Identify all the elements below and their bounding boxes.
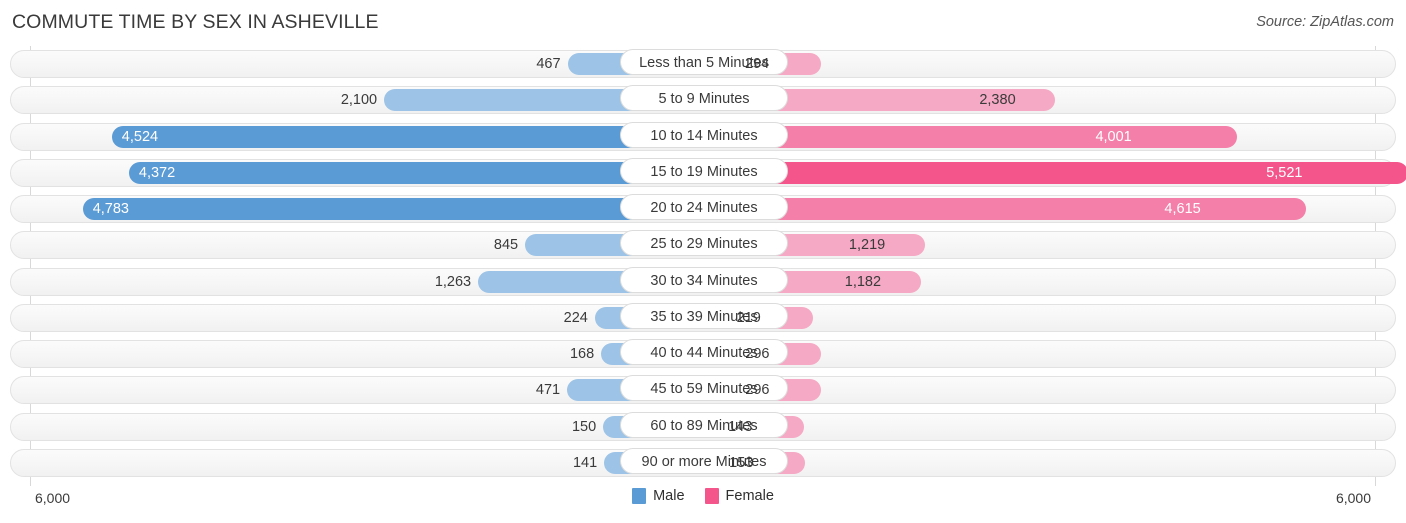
legend: Male Female	[0, 488, 1406, 504]
legend-label-male: Male	[653, 488, 685, 504]
chart-footer: 6,000 6,000 Male Female	[0, 486, 1406, 523]
chart-header: COMMUTE TIME BY SEX IN ASHEVILLE Source:…	[0, 0, 1406, 46]
value-label-male: 467	[536, 56, 561, 72]
bar-row[interactable]: 168 296 40 to 44 Minutes	[0, 336, 1406, 372]
category-label: 90 or more Minutes	[620, 447, 788, 474]
source-attribution: Source: ZipAtlas.com	[1256, 14, 1394, 30]
bar-row[interactable]: 141 153 90 or more Minutes	[0, 445, 1406, 481]
category-label: 15 to 19 Minutes	[620, 157, 788, 184]
category-label: 60 to 89 Minutes	[620, 411, 788, 438]
value-label-male: 150	[571, 418, 597, 435]
value-label-female: 2,380	[979, 92, 1016, 109]
value-label-male: 4,783	[92, 201, 129, 217]
bar-row[interactable]: 224 219 35 to 39 Minutes	[0, 300, 1406, 336]
value-label-female: 143	[728, 418, 753, 435]
bar-row[interactable]: 4,372 5,521 15 to 19 Minutes	[0, 155, 1406, 191]
bar-row[interactable]: 4,783 4,615 20 to 24 Minutes	[0, 191, 1406, 227]
bar-rows: 467 294 Less than 5 Minutes 2,100 2,380 5 to …	[0, 46, 1406, 481]
page-title: COMMUTE TIME BY SEX IN ASHEVILLE	[12, 11, 379, 33]
bar-male[interactable]	[128, 161, 704, 184]
bar-row[interactable]: 4,524 4,001 10 to 14 Minutes	[0, 119, 1406, 155]
category-label: 30 to 34 Minutes	[620, 266, 788, 293]
legend-item-female[interactable]: Female	[704, 488, 774, 504]
value-label-male: 4,372	[138, 164, 176, 181]
plot-area: 467 294 Less than 5 Minutes 2,100 2,380 5 to …	[0, 46, 1406, 486]
value-label-male: 2,100	[340, 92, 378, 109]
category-label: 25 to 29 Minutes	[620, 230, 788, 257]
bar-female[interactable]	[704, 198, 1307, 220]
bar-male[interactable]	[111, 125, 704, 148]
legend-label-female: Female	[725, 488, 774, 504]
value-label-male: 224	[563, 309, 588, 326]
value-label-female: 1,182	[844, 273, 882, 290]
bar-row[interactable]: 467 294 Less than 5 Minutes	[0, 46, 1406, 82]
value-label-female: 153	[729, 454, 754, 471]
bar-row[interactable]: 845 1,219 25 to 29 Minutes	[0, 227, 1406, 263]
legend-swatch-male-icon	[632, 488, 647, 504]
bar-row[interactable]: 471 296 45 to 59 Minutes	[0, 372, 1406, 408]
value-label-male: 141	[572, 454, 598, 471]
value-label-female: 4,615	[1164, 201, 1201, 217]
legend-item-male[interactable]: Male	[632, 488, 685, 504]
category-label: 20 to 24 Minutes	[620, 194, 788, 220]
value-label-female: 5,521	[1266, 164, 1303, 181]
value-label-male: 4,524	[121, 128, 159, 145]
value-label-female: 219	[736, 309, 761, 326]
bar-row[interactable]: 2,100 2,380 5 to 9 Minutes	[0, 82, 1406, 118]
value-label-female: 1,219	[848, 237, 886, 254]
value-label-male: 168	[569, 346, 595, 362]
commute-time-chart: COMMUTE TIME BY SEX IN ASHEVILLE Source:…	[0, 0, 1406, 523]
value-label-male: 471	[535, 382, 561, 399]
value-label-male: 1,263	[434, 273, 472, 290]
category-label: 10 to 14 Minutes	[620, 121, 788, 148]
category-label: 35 to 39 Minutes	[620, 302, 788, 329]
bar-row[interactable]: 1,263 1,182 30 to 34 Minutes	[0, 264, 1406, 300]
category-label: 5 to 9 Minutes	[620, 85, 788, 112]
value-label-female: 296	[745, 382, 770, 399]
value-label-female: 294	[745, 56, 770, 72]
bar-male[interactable]	[82, 198, 704, 220]
value-label-male: 845	[493, 237, 519, 254]
value-label-female: 4,001	[1095, 128, 1132, 145]
legend-swatch-female-icon	[704, 488, 719, 504]
bar-row[interactable]: 150 143 60 to 89 Minutes	[0, 409, 1406, 445]
value-label-female: 296	[745, 346, 770, 362]
